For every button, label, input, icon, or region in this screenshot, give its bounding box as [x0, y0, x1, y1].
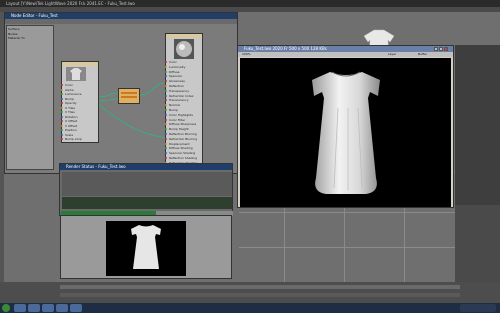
taskbar-item[interactable]: [28, 304, 40, 312]
node-connections: [98, 82, 166, 139]
taskbar-item[interactable]: [14, 304, 26, 312]
app-title: Layout [Y:\New\Tek LightWave 2020 Fr.k 2…: [6, 1, 135, 6]
buffer-select[interactable]: Buffer: [418, 52, 427, 56]
maximize-button[interactable]: [439, 47, 443, 51]
key-track[interactable]: [60, 293, 460, 297]
render-controls-bar[interactable]: 100% Layer Buffer: [238, 52, 453, 57]
windows-taskbar[interactable]: [0, 303, 500, 313]
preview-dress: [131, 225, 161, 269]
render-status-dialog[interactable]: Render Status - Fuku_Test.lwo: [59, 163, 233, 216]
node-editor-window[interactable]: Node Editor - Fuku_Test Surface Nodes Ma…: [4, 12, 238, 174]
rendered-dress-image: [312, 71, 380, 194]
system-tray[interactable]: [460, 304, 496, 312]
render-log-panel: [62, 197, 232, 209]
layer-select[interactable]: Layer: [388, 52, 396, 56]
start-button[interactable]: [2, 304, 10, 312]
render-window-title: Fuku_Test.lwo 2020 Fr 500 x 500 128 KBs: [244, 46, 327, 51]
taskbar-item[interactable]: [70, 304, 82, 312]
timeline-track[interactable]: [60, 285, 460, 289]
right-dock-panel[interactable]: [455, 45, 500, 205]
render-status-title: Render Status - Fuku_Test.lwo: [66, 164, 126, 169]
render-preview-pane: [60, 215, 232, 279]
close-button[interactable]: [444, 47, 448, 51]
render-status-titlebar[interactable]: Render Status - Fuku_Test.lwo: [60, 164, 232, 170]
timeline-bar[interactable]: [0, 282, 500, 303]
render-display-window[interactable]: Fuku_Test.lwo 2020 Fr 500 x 500 128 KBs …: [237, 45, 454, 208]
right-dock-lower[interactable]: [455, 205, 500, 282]
taskbar-item[interactable]: [42, 304, 54, 312]
zoom-select[interactable]: 100%: [242, 52, 251, 56]
taskbar-item[interactable]: [56, 304, 68, 312]
minimize-button[interactable]: [434, 47, 438, 51]
render-canvas: [240, 58, 451, 207]
render-stats-panel: [62, 172, 232, 196]
preview-image: [106, 221, 186, 276]
app-titlebar: Layout [Y:\New\Tek LightWave 2020 Fr.k 2…: [0, 0, 500, 7]
